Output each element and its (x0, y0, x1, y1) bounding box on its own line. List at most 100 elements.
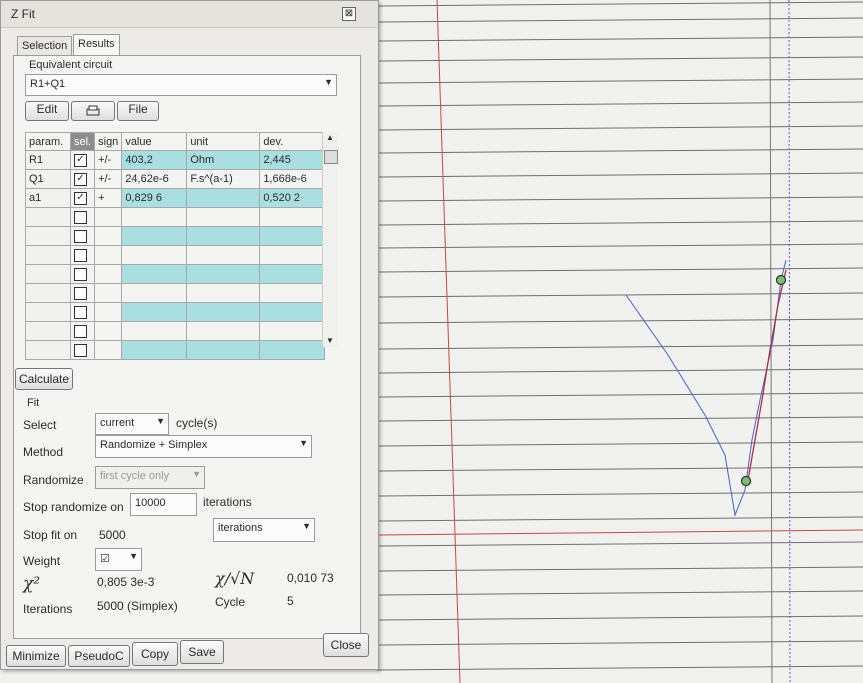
dialog-titlebar[interactable]: Z Fit ⊠ (1, 1, 378, 28)
table-row[interactable] (25, 321, 326, 341)
col-sign[interactable]: sign (94, 132, 123, 151)
table-row[interactable] (25, 245, 326, 265)
unit-cell (186, 207, 261, 227)
param-cell (25, 340, 71, 360)
sel-cell[interactable] (69, 207, 96, 227)
sel-cell[interactable] (69, 245, 96, 265)
value-cell[interactable] (121, 321, 188, 341)
col-unit[interactable]: unit (186, 132, 261, 151)
value-cell[interactable]: 0,829 6 (121, 188, 188, 208)
sel-checkbox[interactable] (74, 210, 87, 224)
close-icon[interactable]: ⊠ (342, 7, 356, 21)
edit-button[interactable]: Edit (25, 101, 69, 121)
sel-checkbox[interactable] (74, 229, 87, 243)
sel-checkbox[interactable]: ✓ (74, 172, 87, 186)
sel-checkbox[interactable]: ✓ (74, 191, 87, 205)
stop-fit-value[interactable]: 5000 (99, 528, 126, 542)
scroll-down-icon[interactable]: ▼ (326, 336, 334, 345)
sel-cell[interactable] (69, 321, 96, 341)
table-row[interactable] (25, 207, 326, 227)
col-dev[interactable]: dev. (259, 132, 326, 151)
minimize-button[interactable]: Minimize (6, 645, 66, 667)
scroll-thumb[interactable] (324, 150, 338, 164)
sel-checkbox[interactable] (74, 343, 87, 357)
tab-results[interactable]: Results (73, 34, 120, 56)
fit-range-marker-upper[interactable] (775, 274, 787, 286)
stop-fit-label: Stop fit on (23, 528, 78, 542)
value-cell[interactable]: 403,2 (121, 150, 188, 170)
fit-curve (747, 269, 787, 481)
chi2-value: 0,805 3e-3 (97, 575, 155, 589)
col-param[interactable]: param. (25, 132, 71, 151)
sel-cell[interactable] (69, 283, 96, 303)
chevron-down-icon: ▼ (299, 438, 308, 448)
save-button[interactable]: Save (180, 640, 224, 664)
table-row[interactable] (25, 283, 326, 303)
table-scrollbar[interactable]: ▲ ▼ (322, 132, 338, 347)
dialog-title: Z Fit (11, 7, 35, 21)
sign-cell: +/- (94, 150, 123, 170)
table-row[interactable]: Q1 ✓ +/- 24,62e-6 F.s^(a-1) 1,668e-6 (25, 169, 326, 189)
sel-cell[interactable]: ✓ (69, 150, 96, 170)
chevron-down-icon: ▼ (324, 77, 333, 87)
value-cell[interactable]: 24,62e-6 (121, 169, 188, 189)
sel-checkbox[interactable] (74, 286, 87, 300)
method-select[interactable]: Randomize + Simplex ▼ (95, 435, 312, 458)
sel-checkbox[interactable] (74, 324, 87, 338)
table-row[interactable] (25, 264, 326, 284)
sel-checkbox[interactable] (74, 305, 87, 319)
col-sel[interactable]: sel. (69, 132, 96, 151)
select-label: Select (23, 418, 57, 432)
calculate-button[interactable]: Calculate (15, 368, 73, 390)
sel-checkbox[interactable] (74, 248, 87, 262)
col-value[interactable]: value (121, 132, 188, 151)
sel-cell[interactable] (69, 302, 96, 322)
dev-cell (259, 283, 326, 303)
sel-checkbox[interactable]: ✓ (74, 153, 87, 167)
stop-fit-unit-select[interactable]: iterations ▼ (213, 518, 315, 542)
param-cell (25, 321, 71, 341)
sel-cell[interactable] (69, 264, 96, 284)
fit-range-marker-lower[interactable] (740, 475, 752, 487)
param-cell (25, 245, 71, 265)
close-button[interactable]: Close (323, 633, 369, 657)
cycle-select[interactable]: current ▼ (95, 413, 169, 435)
copy-label: Copy (140, 647, 169, 661)
value-cell[interactable] (121, 207, 188, 227)
table-row[interactable]: R1 ✓ +/- 403,2 Ohm 2,445 (25, 150, 326, 170)
sel-checkbox[interactable] (74, 267, 87, 281)
param-cell (25, 264, 71, 284)
unit-cell (186, 302, 261, 322)
file-button[interactable]: File (117, 101, 159, 121)
sign-cell (94, 264, 123, 284)
value-cell[interactable] (121, 340, 188, 360)
horizontal-gridline (376, 243, 863, 249)
scroll-up-icon[interactable]: ▲ (326, 133, 334, 142)
sel-cell[interactable] (69, 226, 96, 246)
horizontal-gridline (376, 196, 863, 202)
table-row[interactable]: a1 ✓ +0,829 6 0,520 2 (25, 188, 326, 208)
stop-randomize-input[interactable]: 10000 (130, 493, 197, 516)
sel-cell[interactable]: ✓ (69, 169, 96, 189)
weight-select[interactable]: ☑ ▼ (95, 548, 142, 571)
sel-cell[interactable] (69, 340, 96, 360)
value-cell[interactable] (121, 245, 188, 265)
table-row[interactable] (25, 226, 326, 246)
equivalent-circuit-select[interactable]: R1+Q1 ▼ (25, 74, 337, 96)
value-cell[interactable] (121, 283, 188, 303)
zfit-dialog: Z Fit ⊠ Selection Results Equivalent cir… (0, 0, 379, 670)
tab-selection[interactable]: Selection (17, 36, 73, 56)
value-cell[interactable] (121, 302, 188, 322)
print-button[interactable] (71, 101, 115, 121)
value-cell[interactable] (121, 226, 188, 246)
sel-cell[interactable]: ✓ (69, 188, 96, 208)
value-cell[interactable] (121, 264, 188, 284)
randomize-select[interactable]: first cycle only ▼ (95, 466, 205, 489)
stop-fit-unit-value: iterations (218, 522, 263, 534)
table-row[interactable] (25, 302, 326, 322)
copy-button[interactable]: Copy (132, 642, 178, 666)
chi2-label: χ² (23, 574, 41, 594)
horizontal-gridline (376, 17, 863, 23)
table-row[interactable] (25, 340, 326, 360)
pseudoc-button[interactable]: PseudoC (68, 645, 130, 667)
